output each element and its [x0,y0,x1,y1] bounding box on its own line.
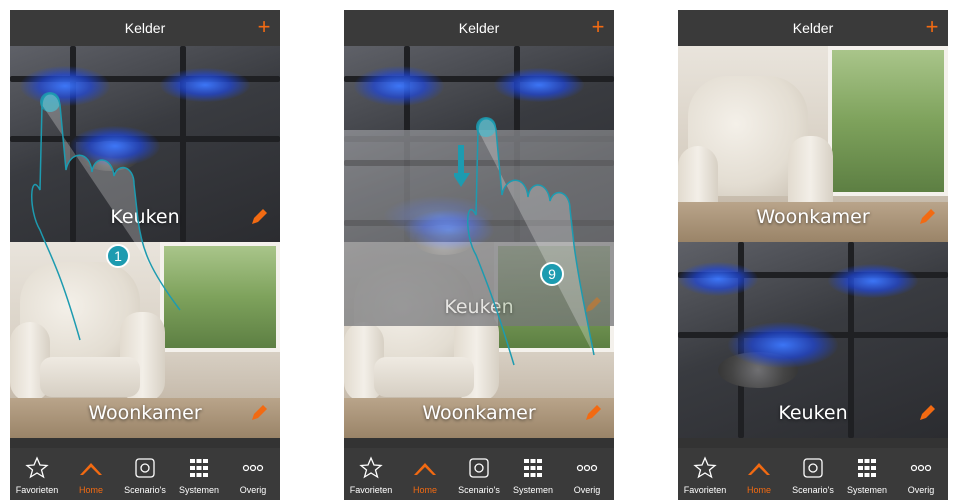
step-badge: 9 [540,262,564,286]
home-icon [748,463,770,475]
room-tile-keuken[interactable]: Keuken [10,46,280,242]
tab-favorieten[interactable]: Favorieten [678,448,732,500]
room-tile-keuken[interactable]: Keuken [678,242,948,438]
tab-scenarios[interactable]: Scenario's [452,448,506,500]
pencil-edit-icon[interactable] [916,402,938,424]
page-title: Kelder [458,20,500,36]
room-label: Keuken [110,206,180,228]
pencil-edit-icon[interactable] [248,402,270,424]
star-icon [359,456,383,479]
tab-favorieten[interactable]: Favorieten [344,448,398,500]
app-header: Kelder + [344,10,614,46]
phone-screen-step-2: Kelder + Woonkamer Keuken 9 Favorieten H… [344,10,614,500]
tab-systemen[interactable]: Systemen [840,448,894,500]
bottom-tab-bar: Favorieten Home Scenario's Systemen Over… [678,448,948,500]
tab-overig[interactable]: Overig [894,448,948,500]
tab-home[interactable]: Home [732,448,786,500]
page-title: Kelder [124,20,166,36]
star-icon [25,456,49,479]
room-label: Woonkamer [88,402,202,424]
pencil-edit-icon[interactable] [248,206,270,228]
app-header: Kelder + [10,10,280,46]
add-button[interactable]: + [588,10,608,46]
tab-overig[interactable]: Overig [560,448,614,500]
tab-systemen[interactable]: Systemen [172,448,226,500]
more-icon [910,464,932,472]
tab-scenarios[interactable]: Scenario's [118,448,172,500]
grid-icon [524,459,542,477]
pencil-edit-icon[interactable] [916,206,938,228]
home-icon [414,463,436,475]
phone-screen-step-1: Kelder + Keuken Woonkamer 1 Favorieten H… [10,10,280,500]
add-button[interactable]: + [922,10,942,46]
app-header: Kelder + [678,10,948,46]
grid-icon [190,459,208,477]
grid-icon [858,459,876,477]
room-tile-woonkamer[interactable]: Woonkamer [10,242,280,438]
tab-home[interactable]: Home [398,448,452,500]
bottom-tab-bar: Favorieten Home Scenario's Systemen Over… [10,448,280,500]
scenario-icon [469,458,489,478]
star-icon [693,456,717,479]
phone-screen-step-3: Kelder + Woonkamer Keuken Favorieten Hom… [678,10,948,500]
scenario-icon [135,458,155,478]
pencil-edit-icon[interactable] [582,402,604,424]
home-icon [80,463,102,475]
more-icon [242,464,264,472]
room-tile-woonkamer[interactable]: Woonkamer [678,46,948,242]
page-title: Kelder [792,20,834,36]
bottom-tab-bar: Favorieten Home Scenario's Systemen Over… [344,448,614,500]
room-label: Keuken [778,402,848,424]
tab-home[interactable]: Home [64,448,118,500]
pencil-edit-icon[interactable] [582,294,604,316]
scenario-icon [803,458,823,478]
room-tile-keuken-dragging[interactable]: Keuken [344,130,614,326]
room-label: Keuken [444,296,514,318]
tab-overig[interactable]: Overig [226,448,280,500]
add-button[interactable]: + [254,10,274,46]
room-label: Woonkamer [756,206,870,228]
step-badge: 1 [106,244,130,268]
more-icon [576,464,598,472]
room-label: Woonkamer [422,402,536,424]
tab-scenarios[interactable]: Scenario's [786,448,840,500]
tab-favorieten[interactable]: Favorieten [10,448,64,500]
tab-systemen[interactable]: Systemen [506,448,560,500]
